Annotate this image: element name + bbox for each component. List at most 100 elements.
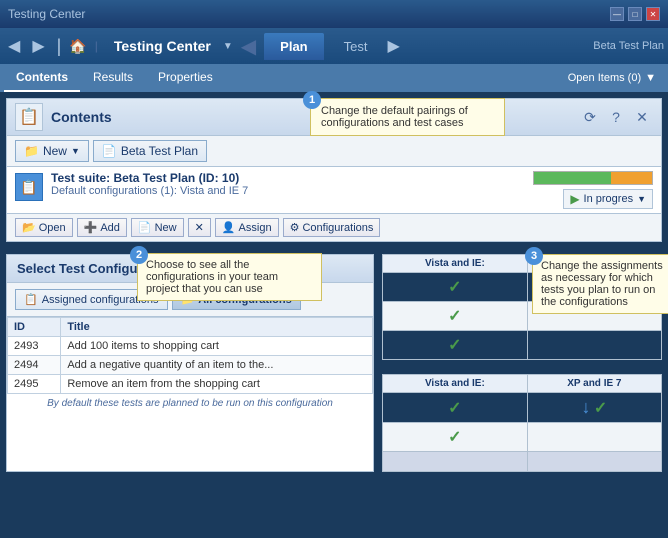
check-icon: ✓ (448, 308, 461, 325)
lower-section: Select Test Configurations 2 Choose to s… (0, 248, 668, 478)
callout-1-number: 1 (303, 91, 321, 109)
col-title: Title (61, 318, 373, 337)
check-icon: ✓ (448, 429, 461, 446)
test-tab[interactable]: Test (328, 33, 384, 60)
table-row[interactable]: 2494 Add a negative quantity of an item … (8, 356, 373, 375)
callout-3-text: Change the assignments as necessary for … (541, 260, 663, 308)
check-icon: ✓ (594, 400, 607, 417)
state-dropdown-icon[interactable]: ▼ (637, 194, 646, 204)
test-suite-area: 📋 Test suite: Beta Test Plan (ID: 10) De… (7, 167, 661, 213)
open-items-menu[interactable]: Open Items (0) ▼ (560, 64, 664, 92)
suite-subtitle: Default configurations (1): Vista and IE… (51, 185, 525, 197)
table-row[interactable]: 2495 Remove an item from the shopping ca… (8, 375, 373, 394)
check-icon: ✓ (448, 400, 461, 417)
refresh-icon[interactable]: ⟳ (579, 106, 601, 128)
add-icon: ➕ (84, 221, 98, 234)
assigned-icon: 📋 (24, 293, 38, 306)
grid2-row[interactable]: ✓ (383, 423, 662, 452)
callout-1-text: Change the default pairings of configura… (321, 105, 468, 129)
title-bar: Testing Center — □ ✕ (0, 0, 668, 28)
check-icon: ✓ (448, 279, 461, 296)
suite-title: Test suite: Beta Test Plan (ID: 10) (51, 171, 525, 185)
grid1-cell[interactable]: ✓ (383, 331, 528, 360)
arrow-down-icon: ↓ (581, 397, 590, 417)
new-suite-button[interactable]: 📄 New (131, 218, 184, 237)
callout-3-number: 3 (525, 247, 543, 265)
grid1-cell[interactable]: ✓ (383, 302, 528, 331)
maximize-button[interactable]: □ (628, 7, 642, 21)
contents-toolbar-icons: ⟳ ? ✕ (579, 106, 653, 128)
callout-2-number: 2 (130, 246, 148, 264)
app-dropdown-icon[interactable]: ▼ (223, 41, 233, 52)
delete-icon: ✕ (195, 221, 204, 234)
tree-item-beta-test-plan[interactable]: 📄 Beta Test Plan (93, 140, 207, 162)
nav-bar: ◀ ▶ | 🏠 | Testing Center ▼ ◀ Plan Test ▶… (0, 28, 668, 64)
new-icon: 📁 (24, 144, 39, 158)
home-icon[interactable]: 🏠 (69, 38, 86, 55)
by-default-note: By default these tests are planned to be… (7, 394, 373, 413)
grid2-cell[interactable] (527, 452, 661, 472)
grid2-col1: Vista and IE: (383, 375, 528, 393)
grid2-col2: XP and IE 7 (527, 375, 661, 393)
callout-3: 3 Change the assignments as necessary fo… (532, 254, 668, 314)
assign-button[interactable]: 👤 Assign (215, 218, 279, 237)
grid2-cell[interactable]: ↓ ✓ (527, 393, 661, 423)
grid2-cell[interactable]: ✓ (383, 423, 528, 452)
callout-1: 1 Change the default pairings of configu… (310, 98, 505, 136)
config-table: ID Title 2493 Add 100 items to shopping … (7, 317, 373, 394)
check-icon: ✓ (448, 337, 461, 354)
forward-button[interactable]: ▶ (28, 34, 48, 58)
configurations-icon: ⚙ (290, 221, 300, 234)
table-row[interactable]: 2493 Add 100 items to shopping cart (8, 337, 373, 356)
play-icon: ▶ (570, 192, 579, 206)
back-button[interactable]: ◀ (4, 34, 24, 58)
grid2-row[interactable]: ✓ ↓ ✓ (383, 393, 662, 423)
suite-text: Test suite: Beta Test Plan (ID: 10) Defa… (51, 171, 525, 197)
close-button[interactable]: ✕ (646, 7, 660, 21)
minimize-button[interactable]: — (610, 7, 624, 21)
next-arrow-icon[interactable]: ▶ (387, 36, 399, 56)
grid1-cell[interactable] (527, 331, 661, 360)
config-panel: Select Test Configurations 2 Choose to s… (6, 254, 374, 472)
row-title: Add 100 items to shopping cart (61, 337, 373, 356)
new-button[interactable]: 📁 New ▼ (15, 140, 89, 162)
right-panel: Vista and IE: XP and IE 7 ✓ ✓ (382, 254, 662, 472)
suite-info: 📋 Test suite: Beta Test Plan (ID: 10) De… (15, 171, 525, 201)
callout-2-text: Choose to see all the configurations in … (146, 259, 278, 295)
plan-tab[interactable]: Plan (264, 33, 323, 60)
grid1-area: Vista and IE: XP and IE 7 ✓ ✓ (382, 254, 662, 360)
grid2-row[interactable] (383, 452, 662, 472)
title-bar-controls: — □ ✕ (610, 7, 660, 21)
row-id: 2495 (8, 375, 61, 394)
contents-toolbar: 📁 New ▼ 📄 Beta Test Plan (7, 136, 661, 167)
grid2-cell[interactable] (383, 452, 528, 472)
new-dropdown-icon[interactable]: ▼ (71, 146, 80, 156)
grid2-cell[interactable] (527, 423, 661, 452)
assign-icon: 👤 (222, 221, 236, 234)
help-icon[interactable]: ? (605, 106, 627, 128)
open-icon: 📂 (22, 221, 36, 234)
tab-results[interactable]: Results (81, 64, 145, 92)
progress-orange (611, 172, 652, 184)
col-id: ID (8, 318, 61, 337)
open-items-dropdown-icon[interactable]: ▼ (645, 72, 656, 84)
grid2-cell[interactable]: ✓ (383, 393, 528, 423)
right-title: Beta Test Plan (593, 40, 664, 52)
tab-bar: Contents Results Properties Open Items (… (0, 64, 668, 92)
suite-toolbar: 📂 Open ➕ Add 📄 New ✕ 👤 Assign (7, 213, 661, 241)
open-button[interactable]: 📂 Open (15, 218, 73, 237)
tab-contents[interactable]: Contents (4, 64, 80, 92)
row-id: 2494 (8, 356, 61, 375)
tab-properties[interactable]: Properties (146, 64, 225, 92)
grid1-col1: Vista and IE: (383, 255, 528, 273)
state-text: In progres (584, 193, 634, 205)
suite-icon: 📋 (15, 173, 43, 201)
delete-button[interactable]: ✕ (188, 218, 211, 237)
grid1-row[interactable]: ✓ (383, 331, 662, 360)
callout-2: 2 Choose to see all the configurations i… (137, 253, 322, 301)
add-button[interactable]: ➕ Add (77, 218, 127, 237)
grid1-cell[interactable]: ✓ (383, 273, 528, 302)
state-label: ▶ In progres ▼ (563, 189, 653, 209)
configurations-button[interactable]: ⚙ Configurations (283, 218, 381, 237)
close-panel-icon[interactable]: ✕ (631, 106, 653, 128)
